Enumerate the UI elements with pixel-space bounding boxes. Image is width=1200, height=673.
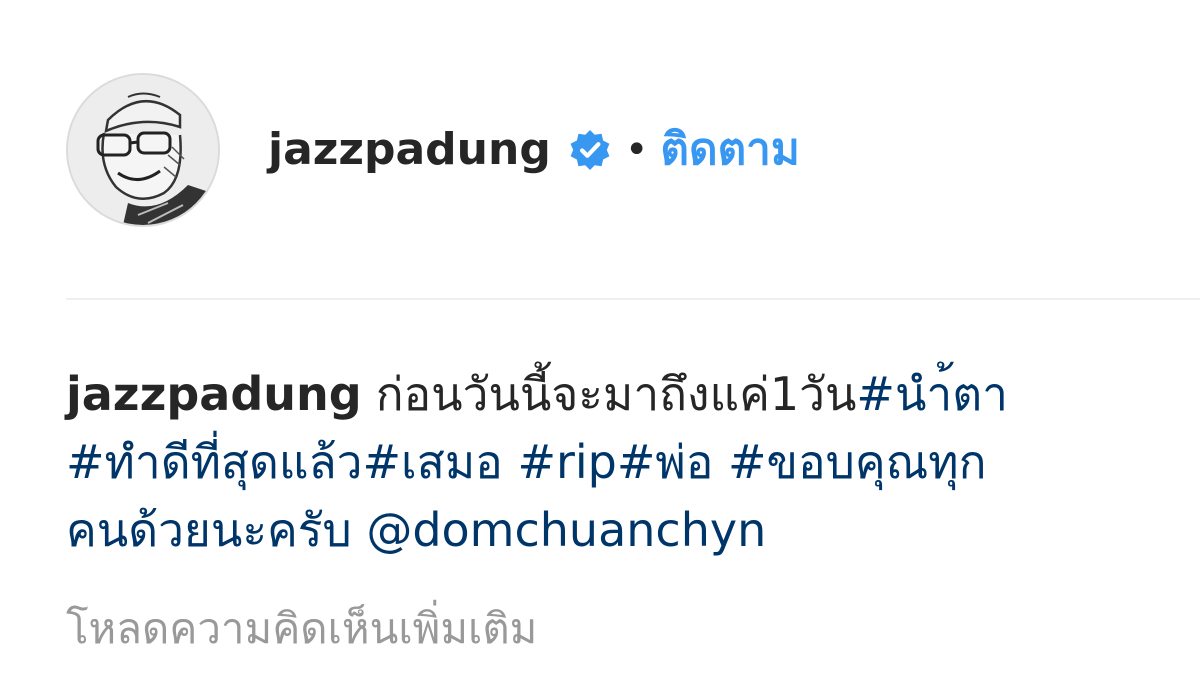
divider	[66, 298, 1200, 300]
hashtag-link[interactable]: #rip	[517, 435, 616, 489]
post-caption: jazzpadung ก่อนวันนี้จะมาถึงแค่1วัน#นำ้ตา…	[66, 360, 1156, 564]
mention-link[interactable]: @domchuanchyn	[366, 503, 766, 557]
hashtag-link[interactable]: #นำ้ตา	[856, 367, 1008, 421]
hashtag-link[interactable]: #พ่อ	[617, 435, 714, 489]
follow-button[interactable]: ติดตาม	[660, 128, 799, 172]
caption-line-1: jazzpadung ก่อนวันนี้จะมาถึงแค่1วัน#นำ้ตา	[66, 360, 1156, 428]
hashtag-link[interactable]: #ทำดีที่สุดแล้ว	[66, 435, 363, 489]
caption-line-3: คนด้วยนะครับ @domchuanchyn	[66, 496, 1156, 564]
avatar-sketch-icon	[68, 75, 218, 225]
caption-line-2: #ทำดีที่สุดแล้ว#เสมอ #rip#พ่อ #ขอบคุณทุก	[66, 428, 1156, 496]
hashtag-link-continued[interactable]: คนด้วยนะครับ	[66, 503, 352, 557]
hashtag-link[interactable]: #ขอบคุณทุก	[728, 435, 986, 489]
username-link[interactable]: jazzpadung	[268, 128, 551, 172]
separator-dot: •	[624, 127, 649, 173]
hashtag-link[interactable]: #เสมอ	[363, 435, 503, 489]
load-more-comments-button[interactable]: โหลดความคิดเห็นเพิ่มเติม	[66, 596, 537, 662]
avatar[interactable]	[66, 73, 220, 227]
header-meta: jazzpadung • ติดตาม	[268, 128, 800, 172]
caption-username-link[interactable]: jazzpadung	[66, 367, 362, 421]
post-header: jazzpadung • ติดตาม	[66, 72, 800, 228]
caption-text: ก่อนวันนี้จะมาถึงแค่1วัน	[375, 367, 857, 421]
verified-badge-icon	[569, 129, 611, 171]
